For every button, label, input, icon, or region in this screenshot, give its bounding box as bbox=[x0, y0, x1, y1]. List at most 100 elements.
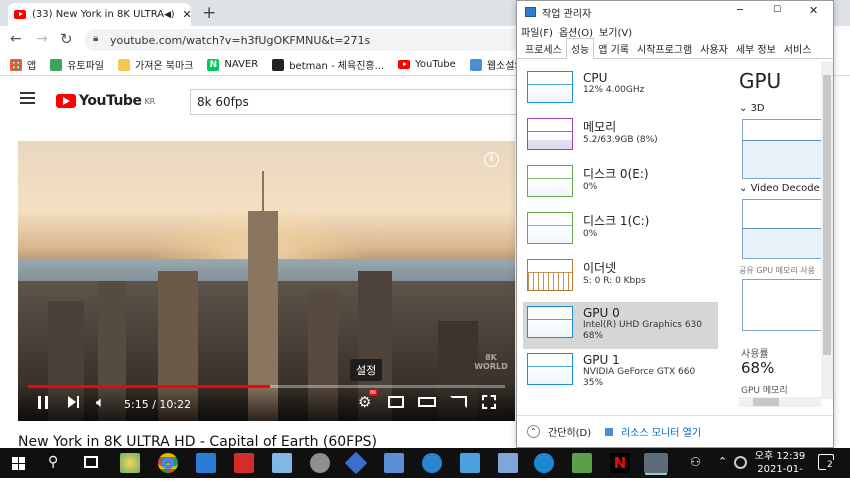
task-manager-window: 작업 관리자 ─ ☐ ✕ 파일(F) 옵션(O) 보기(V) 프로세스 성능 앱… bbox=[516, 0, 834, 448]
network-app-icon[interactable] bbox=[344, 451, 368, 475]
tm-footer: ⌃ 간단히(D) 리소스 모니터 열기 bbox=[517, 415, 833, 447]
omnibox[interactable]: 🔒︎ youtube.com/watch?v=h3fUgOKFMNU&t=271… bbox=[84, 29, 524, 51]
v-scrollbar[interactable] bbox=[821, 61, 833, 399]
tab-services[interactable]: 서비스 bbox=[780, 39, 816, 58]
gpu-app-icon[interactable] bbox=[572, 453, 592, 473]
resource-item[interactable]: 디스크 0(E:) 0% bbox=[523, 161, 718, 208]
forward-icon[interactable]: → bbox=[36, 31, 48, 47]
detail-heading: GPU bbox=[739, 69, 782, 93]
region-code: KR bbox=[144, 96, 156, 106]
folder-icon bbox=[118, 58, 131, 71]
resource-item[interactable]: 이더넷 S: 0 R: 0 Kbps bbox=[523, 255, 718, 302]
tab-startup[interactable]: 시작프로그램 bbox=[633, 39, 696, 58]
resource-item[interactable]: GPU 1 NVIDIA GeForce GTX 660 35% bbox=[523, 349, 718, 396]
menu-file[interactable]: 파일(F) bbox=[521, 24, 553, 39]
tab-users[interactable]: 사용자 bbox=[696, 39, 732, 58]
next-icon-bar bbox=[77, 396, 79, 408]
resource-graph-thumb bbox=[527, 165, 573, 197]
paint-app-icon[interactable] bbox=[120, 453, 140, 473]
bookmark-naver[interactable]: N NAVER bbox=[207, 58, 258, 71]
minimize-icon[interactable]: ─ bbox=[737, 5, 743, 16]
tray-chevron-icon[interactable]: ⌃ bbox=[718, 455, 727, 468]
folder-app-icon[interactable] bbox=[272, 453, 292, 473]
bookmark-betman[interactable]: betman - 체육진흥... bbox=[272, 57, 384, 72]
engine-3d-label: ⌄ 3D bbox=[739, 103, 765, 114]
ie-icon[interactable] bbox=[534, 453, 554, 473]
bookmark-utofile[interactable]: 유토파일 bbox=[50, 57, 104, 72]
fewer-details-icon[interactable]: ⌃ bbox=[527, 425, 540, 438]
resource-name: 디스크 1(C:) bbox=[583, 214, 650, 228]
lock-icon: 🔒︎ bbox=[93, 33, 99, 44]
browser-tab[interactable]: (33) New York in 8K ULTRA ◀) ✕ bbox=[8, 3, 191, 26]
windows-start-icon[interactable] bbox=[12, 457, 25, 470]
resource-item[interactable]: 메모리 5.2/63.9GB (8%) bbox=[523, 114, 718, 161]
calculator-icon[interactable] bbox=[498, 453, 518, 473]
maximize-icon[interactable]: ☐ bbox=[773, 5, 781, 15]
resource-item[interactable]: 디스크 1(C:) 0% bbox=[523, 208, 718, 255]
cast-icon[interactable] bbox=[450, 396, 467, 408]
h-scrollbar[interactable] bbox=[739, 397, 821, 407]
resource-sub1: 0% bbox=[583, 229, 598, 239]
time-display: 5:15 / 10:22 bbox=[124, 398, 192, 411]
resource-sub2: 68% bbox=[583, 331, 604, 341]
tab-processes[interactable]: 프로세스 bbox=[521, 39, 566, 58]
clock[interactable]: 오후 12:39 2021-01-01 bbox=[752, 450, 808, 489]
utofile-icon bbox=[50, 58, 63, 71]
notification-count: 2 bbox=[826, 460, 834, 470]
back-icon[interactable]: ← bbox=[10, 31, 22, 47]
chrome-icon[interactable] bbox=[158, 453, 178, 473]
bookmark-apps[interactable]: 앱 bbox=[10, 57, 36, 72]
task-manager-taskbar-icon[interactable] bbox=[644, 453, 668, 473]
youtube-icon bbox=[398, 60, 411, 69]
menu-options[interactable]: 옵션(O) bbox=[559, 24, 593, 39]
edge-legacy-icon[interactable] bbox=[422, 453, 442, 473]
search-input[interactable]: 8k 60fps bbox=[190, 89, 530, 115]
skyline-spire bbox=[262, 171, 264, 421]
info-icon[interactable]: i bbox=[484, 152, 499, 167]
theater-mode-icon[interactable] bbox=[418, 397, 436, 407]
bookmark-imported[interactable]: 가져온 북마크 bbox=[118, 57, 193, 72]
resource-graph-thumb bbox=[527, 118, 573, 150]
media-player-icon[interactable] bbox=[196, 453, 216, 473]
search-icon[interactable]: ⚲ bbox=[48, 454, 58, 470]
fullscreen-icon[interactable] bbox=[482, 395, 496, 409]
resource-item[interactable]: CPU 12% 4.00GHz bbox=[523, 67, 718, 114]
flash-app-icon[interactable] bbox=[234, 453, 254, 473]
volume-icon[interactable]: 🔈︎ bbox=[96, 393, 105, 411]
player-controls: 🔈︎ ⚙ 8K bbox=[18, 385, 515, 421]
tab-close-icon[interactable]: ✕ bbox=[183, 8, 191, 21]
tm-title-text: 작업 관리자 bbox=[542, 8, 592, 20]
menu-view[interactable]: 보기(V) bbox=[599, 24, 632, 39]
monitor-app-icon[interactable] bbox=[460, 453, 480, 473]
pause-icon[interactable] bbox=[38, 396, 48, 409]
task-view-icon[interactable] bbox=[84, 456, 98, 468]
apps-grid-icon bbox=[10, 58, 22, 71]
people-icon[interactable]: ⚇ bbox=[690, 455, 701, 469]
tab-details[interactable]: 세부 정보 bbox=[732, 39, 780, 58]
next-icon[interactable] bbox=[68, 396, 76, 408]
time-prefix: 오후 bbox=[754, 451, 774, 462]
tray-app-icon[interactable] bbox=[734, 456, 747, 469]
video-player[interactable]: i 8K WORLD 설정 🔈︎ ⚙ 8K 5:15 / 10:22 bbox=[18, 141, 515, 421]
tab-title: (33) New York in 8K ULTRA bbox=[32, 9, 165, 20]
progress-bar[interactable] bbox=[28, 385, 505, 388]
tab-performance[interactable]: 성능 bbox=[565, 38, 595, 59]
netflix-icon[interactable]: N bbox=[610, 453, 630, 473]
close-icon[interactable]: ✕ bbox=[809, 4, 818, 17]
fewer-details-link[interactable]: 간단히(D) bbox=[548, 424, 591, 439]
reload-icon[interactable]: ↻ bbox=[60, 30, 73, 48]
resource-item[interactable]: GPU 0 Intel(R) UHD Graphics 630 68% bbox=[523, 302, 718, 349]
menu-icon[interactable] bbox=[20, 92, 35, 104]
miniplayer-icon[interactable] bbox=[388, 396, 404, 408]
resource-graph-thumb bbox=[527, 212, 573, 244]
resource-monitor-link[interactable]: 리소스 모니터 열기 bbox=[621, 424, 701, 439]
hd-badge: 8K bbox=[369, 390, 378, 396]
tab-app-history[interactable]: 앱 기록 bbox=[594, 39, 633, 58]
audio-icon[interactable]: ◀) bbox=[164, 10, 174, 20]
tool-app-icon[interactable] bbox=[384, 453, 404, 473]
youtube-logo[interactable]: YouTube KR bbox=[56, 93, 155, 109]
settings-app-icon[interactable] bbox=[310, 453, 330, 473]
tm-tabs: 프로세스 성능 앱 기록 시작프로그램 사용자 세부 정보 서비스 bbox=[517, 38, 833, 59]
bookmark-youtube[interactable]: YouTube bbox=[398, 59, 456, 70]
new-tab-button[interactable]: + bbox=[202, 3, 216, 23]
